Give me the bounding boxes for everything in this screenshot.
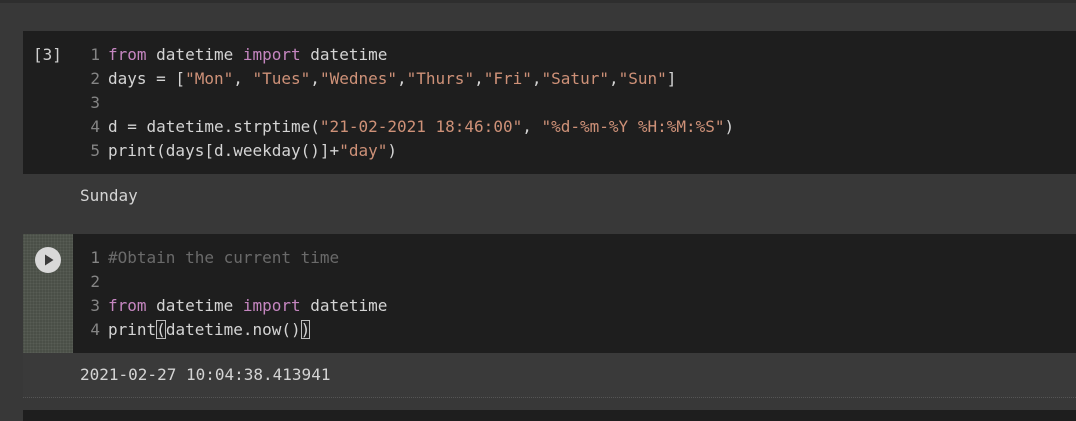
keyword-token: from — [108, 296, 147, 315]
code-token: , — [522, 117, 542, 136]
output-text: Sunday — [80, 186, 138, 205]
code-line[interactable]: 3 — [80, 91, 1076, 115]
execution-count: [3] — [33, 45, 62, 64]
cell-output-1: Sunday — [23, 174, 1076, 224]
code-token: print — [108, 320, 157, 339]
line-number: 5 — [90, 141, 100, 160]
code-token: , — [397, 69, 407, 88]
code-token: ) — [387, 141, 397, 160]
string-token: "Fri" — [483, 69, 532, 88]
cell-output-2: 2021-02-27 10:04:38.413941 — [23, 353, 1076, 398]
matched-bracket: ( — [156, 320, 166, 339]
code-editor[interactable]: 1 #Obtain the current time 2 3 from datetime… — [80, 246, 1076, 342]
code-line[interactable]: 1 #Obtain the current time — [80, 246, 1076, 270]
code-line[interactable]: 3 from datetime import datetime — [80, 294, 1076, 318]
code-line[interactable]: 5 print(days[d.weekday()]+"day") — [80, 139, 1076, 163]
line-number: 1 — [90, 45, 100, 64]
keyword-token: from — [108, 45, 147, 64]
code-line[interactable]: 2 — [80, 270, 1076, 294]
code-token: datetime — [300, 45, 388, 64]
code-line[interactable]: 2 days = ["Mon", "Tues","Wednes","Thurs",… — [80, 67, 1076, 91]
line-number: 2 — [90, 69, 100, 88]
string-token: "Thurs" — [406, 69, 475, 88]
line-number: 4 — [90, 117, 100, 136]
code-cell-2[interactable]: 1 #Obtain the current time 2 3 from datetime… — [23, 234, 1076, 353]
code-token: datetime — [300, 296, 388, 315]
string-token: "Sun" — [618, 69, 667, 88]
code-token: , — [531, 69, 542, 88]
next-code-cell[interactable] — [23, 410, 1076, 421]
play-circle-icon[interactable] — [35, 247, 61, 273]
string-token: "Tues" — [252, 69, 311, 88]
string-token: "Satur" — [541, 69, 609, 88]
code-cell-1[interactable]: [3] 1 from datetime import datetime 2 days … — [23, 31, 1076, 174]
code-token: datetime.now() — [165, 320, 301, 339]
line-number: 1 — [90, 248, 100, 267]
code-token: , — [233, 69, 253, 88]
code-editor[interactable]: 1 from datetime import datetime 2 days = ["… — [80, 43, 1076, 163]
cell-gutter: [3] — [23, 31, 73, 174]
string-token: "Wednes" — [319, 69, 397, 88]
code-line[interactable]: 4 d = datetime.strptime("21-02-2021 18:46… — [80, 115, 1076, 139]
output-text: 2021-02-27 10:04:38.413941 — [80, 365, 331, 384]
code-line[interactable]: 1 from datetime import datetime — [80, 43, 1076, 67]
code-token: , — [474, 69, 484, 88]
keyword-token: import — [242, 45, 301, 64]
code-token: datetime — [146, 45, 243, 64]
line-number: 4 — [90, 320, 100, 339]
matched-bracket: ) — [300, 320, 311, 339]
string-token: "21-02-2021 18:46:00" — [319, 117, 523, 136]
code-token: datetime — [146, 296, 243, 315]
code-token: d = datetime.strptime( — [108, 117, 320, 136]
code-token: ) — [724, 117, 735, 136]
comment-token: #Obtain the current time — [108, 248, 340, 267]
line-number: 2 — [90, 272, 100, 291]
line-number: 3 — [90, 296, 100, 315]
code-token: ] — [666, 69, 677, 88]
code-token: days = [ — [108, 69, 186, 88]
top-bar — [0, 0, 1076, 3]
code-token: print(days[d.weekday()]+ — [108, 141, 340, 160]
string-token: "%d-%m-%Y %H:%M:%S" — [541, 117, 725, 136]
code-token: , — [608, 69, 619, 88]
code-line[interactable]: 4 print(datetime.now()) — [80, 318, 1076, 342]
string-token: "day" — [339, 141, 388, 160]
keyword-token: import — [242, 296, 301, 315]
string-token: "Mon" — [185, 69, 234, 88]
code-token: , — [310, 69, 320, 88]
cell-gutter — [23, 234, 73, 353]
line-number: 3 — [90, 93, 100, 112]
